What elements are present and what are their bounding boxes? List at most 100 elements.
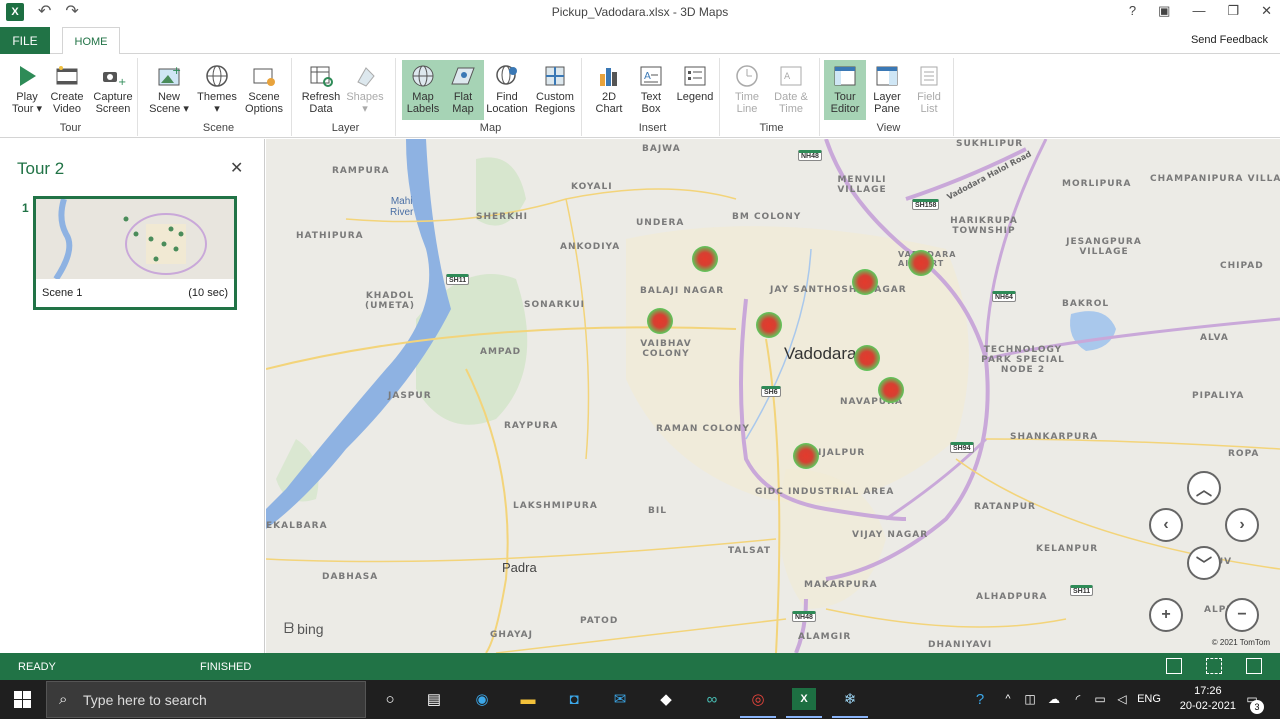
new-scene-button[interactable]: + New Scene ▾ (148, 60, 190, 120)
map-labels-button[interactable]: Map Labels (402, 60, 444, 120)
play-tour-button[interactable]: Play Tour ▾ (6, 60, 48, 120)
legend-icon (682, 63, 708, 89)
shapes-icon (352, 63, 378, 89)
group-label-scene: Scene (202, 122, 235, 134)
edge-icon[interactable]: ◉ (470, 688, 494, 710)
data-hotspot[interactable] (854, 345, 880, 371)
group-view: Tour Editor Layer Pane Field List View (824, 58, 954, 136)
fit-view-icon[interactable] (1206, 658, 1222, 674)
group-label-time: Time (759, 122, 784, 134)
excel-taskbar-icon[interactable]: X (786, 688, 822, 718)
find-location-button[interactable]: Find Location (486, 60, 528, 120)
map-label: JAY SANTHOSHI NAGAR (770, 285, 907, 295)
tab-file[interactable]: FILE (0, 27, 50, 54)
zoom-in-button[interactable]: + (1149, 598, 1183, 632)
help-button[interactable]: ? (1129, 3, 1136, 19)
help-tray-icon[interactable]: ? (968, 688, 992, 710)
map-view[interactable]: RAMPURA KOYALI BAJWA SUKHLIPUR SHERKHI U… (266, 139, 1280, 653)
store-icon[interactable]: ◘ (562, 688, 586, 710)
task-view-icon[interactable]: ▤ (422, 688, 446, 710)
custom-regions-icon (542, 63, 568, 89)
status-ready: READY (18, 661, 56, 673)
map-label: BAJWA (642, 144, 681, 154)
3d-maps-taskbar-icon[interactable]: ❄ (832, 688, 868, 718)
legend-button[interactable]: Legend (674, 60, 716, 120)
shapes-label: Shapes ▾ (346, 91, 384, 115)
map-label: RAMPURA (332, 166, 390, 176)
wifi-icon[interactable]: ◜ (1066, 688, 1090, 710)
onedrive-icon[interactable]: ☁ (1042, 688, 1066, 710)
restore-button[interactable]: ❐ (1227, 3, 1239, 19)
scene-number: 1 (22, 201, 29, 215)
shapes-button[interactable]: Shapes ▾ (344, 60, 386, 120)
window-controls: ? ▣ — ❐ ✕ (1129, 3, 1272, 19)
date-time-icon: A (778, 63, 804, 89)
data-hotspot[interactable] (852, 269, 878, 295)
chevron-left-icon: ‹ (1163, 516, 1169, 533)
map-copyright: © 2021 TomTom (1211, 638, 1270, 647)
map-label: BIL (648, 506, 667, 516)
meet-icon[interactable]: ◫ (1018, 688, 1042, 710)
minus-icon: − (1237, 606, 1247, 623)
layer-pane-button[interactable]: Layer Pane (866, 60, 908, 120)
bing-logo: ᗷ bing (284, 620, 324, 637)
data-hotspot[interactable] (756, 312, 782, 338)
data-hotspot[interactable] (878, 377, 904, 403)
arduino-icon[interactable]: ∞ (700, 688, 724, 710)
scene-card[interactable]: Scene 1 (10 sec) (33, 196, 237, 310)
taskbar-search-box[interactable]: ⌕ Type here to search (46, 681, 366, 718)
data-hotspot[interactable] (793, 443, 819, 469)
map-label: TALSAT (728, 546, 772, 556)
camera-icon: + (100, 63, 126, 89)
date-time-button[interactable]: A Date & Time (770, 60, 812, 120)
battery-icon[interactable]: ▭ (1088, 688, 1112, 710)
refresh-data-button[interactable]: Refresh Data (300, 60, 342, 120)
ribbon-display-icon[interactable]: ▣ (1158, 3, 1170, 19)
scene-options-button[interactable]: Scene Options (242, 60, 286, 120)
language-indicator[interactable]: ENG (1136, 688, 1162, 710)
dropbox-icon[interactable]: ◆ (654, 688, 678, 710)
volume-icon[interactable]: ◁ (1110, 688, 1134, 710)
tour-close-icon[interactable]: ✕ (230, 158, 243, 178)
close-button[interactable]: ✕ (1261, 3, 1272, 19)
mail-icon[interactable]: ✉ (608, 688, 632, 710)
custom-regions-button[interactable]: Custom Regions (532, 60, 578, 120)
create-video-button[interactable]: Create Video (46, 60, 88, 120)
clock-time: 17:26 (1194, 685, 1222, 697)
map-label: KHADOL (UMETA) (364, 291, 416, 311)
send-feedback-link[interactable]: Send Feedback (1191, 34, 1268, 46)
data-hotspot[interactable] (692, 246, 718, 272)
data-hotspot[interactable] (647, 308, 673, 334)
capture-screen-button[interactable]: + Capture Screen (90, 60, 136, 120)
screenshot-icon[interactable] (1166, 658, 1182, 674)
file-explorer-icon[interactable]: ▬ (516, 688, 540, 710)
themes-button[interactable]: Themes ▾ (196, 60, 238, 120)
pan-up-button[interactable]: ︿ (1187, 471, 1221, 505)
svg-text:+: + (172, 64, 181, 77)
cortana-icon[interactable]: ○ (378, 688, 402, 710)
zoom-out-button[interactable]: − (1225, 598, 1259, 632)
status-bar: READY FINISHED (0, 653, 1280, 680)
field-list-button[interactable]: Field List (908, 60, 950, 120)
minimize-button[interactable]: — (1192, 3, 1205, 19)
text-box-button[interactable]: A Text Box (630, 60, 672, 120)
tab-home[interactable]: HOME (62, 27, 120, 55)
pan-left-button[interactable]: ‹ (1149, 508, 1183, 542)
time-line-button[interactable]: Time Line (726, 60, 768, 120)
road-shield: NH48 (798, 150, 822, 161)
tray-chevron-icon[interactable]: ^ (996, 688, 1020, 710)
taskbar: ⌕ Type here to search ○ ▤ ◉ ▬ ◘ ✉ ◆ ∞ ◎ … (0, 680, 1280, 719)
tour-editor-button[interactable]: Tour Editor (824, 60, 866, 120)
group-layer: Refresh Data Shapes ▾ Layer (296, 58, 396, 136)
flat-map-button[interactable]: Flat Map (442, 60, 484, 120)
text-box-label: Text Box (640, 91, 662, 115)
2d-chart-button[interactable]: 2D Chart (588, 60, 630, 120)
pan-down-button[interactable]: ﹀ (1187, 546, 1221, 580)
taskbar-clock[interactable]: 17:26 20-02-2021 (1180, 684, 1236, 714)
legend-label: Legend (676, 91, 714, 103)
fullscreen-icon[interactable] (1246, 658, 1262, 674)
windows-start-icon[interactable] (14, 691, 31, 708)
pan-right-button[interactable]: › (1225, 508, 1259, 542)
road-shield: SH158 (912, 199, 940, 210)
chrome-icon[interactable]: ◎ (740, 688, 776, 718)
